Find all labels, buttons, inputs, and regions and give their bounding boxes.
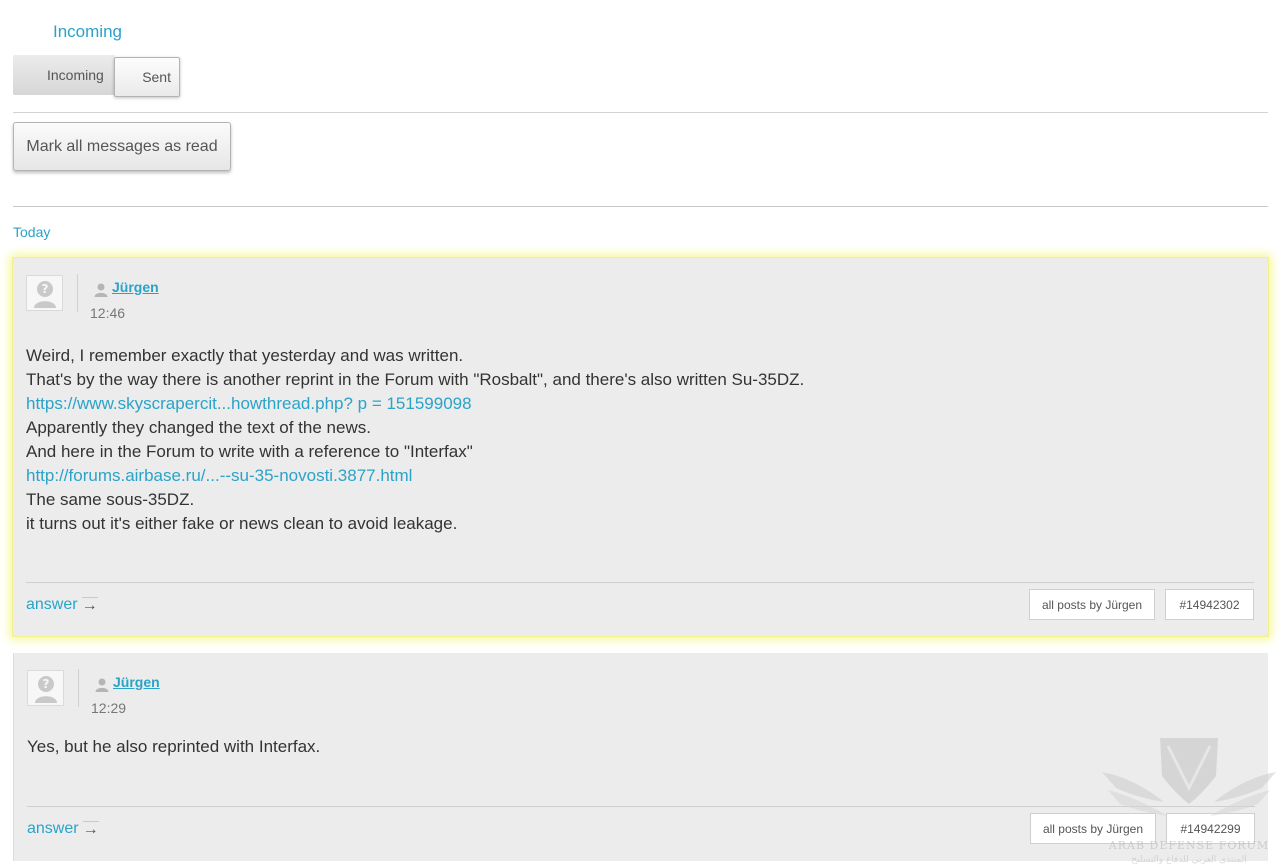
author-link[interactable]: Jürgen: [113, 674, 160, 690]
arrow-right-icon: →: [81, 597, 98, 614]
mark-all-read-button[interactable]: Mark all messages as read: [13, 122, 231, 171]
answer-label: answer: [27, 820, 79, 837]
message-line: it turns out it's either fake or news cl…: [26, 514, 458, 533]
user-icon: [94, 283, 108, 297]
svg-text:?: ?: [41, 282, 48, 296]
header-separator: [78, 669, 79, 707]
day-label: Today: [13, 224, 51, 240]
message-time: 12:46: [90, 305, 126, 321]
arrow-right-icon: →: [82, 821, 99, 838]
message-line: Weird, I remember exactly that yesterday…: [26, 346, 464, 365]
message-card: ? Jürgen 12:29 Yes, but he also reprinte…: [13, 653, 1268, 861]
message-link[interactable]: http://forums.airbase.ru/...--su-35-novo…: [26, 464, 1226, 488]
message-body: Weird, I remember exactly that yesterday…: [26, 344, 1226, 536]
post-id-button[interactable]: #14942302: [1165, 589, 1254, 620]
user-icon: [95, 678, 109, 692]
message-time: 12:29: [91, 700, 127, 716]
message-link[interactable]: https://www.skyscrapercit...howthread.ph…: [26, 392, 1226, 416]
all-posts-button[interactable]: all posts by Jürgen: [1029, 589, 1155, 620]
post-id-button[interactable]: #14942299: [1166, 813, 1255, 844]
message-line: Apparently they changed the text of the …: [26, 418, 371, 437]
answer-label: answer: [26, 596, 78, 613]
svg-text:?: ?: [42, 677, 49, 691]
message-footer-divider: [26, 582, 1254, 583]
avatar-placeholder-icon: ?: [33, 281, 56, 308]
divider: [13, 206, 1268, 207]
page-heading: Incoming: [53, 22, 122, 41]
answer-link[interactable]: answer →: [27, 820, 99, 838]
tab-sent[interactable]: Sent: [114, 57, 180, 97]
message-card: ? Jürgen 12:46 Weird, I remember exactly…: [13, 258, 1268, 636]
message-line: Yes, but he also reprinted with Interfax…: [27, 737, 321, 756]
answer-link[interactable]: answer →: [26, 596, 98, 614]
avatar[interactable]: ?: [26, 275, 63, 311]
all-posts-button[interactable]: all posts by Jürgen: [1030, 813, 1156, 844]
message-line: And here in the Forum to write with a re…: [26, 442, 473, 461]
header-separator: [77, 274, 78, 312]
tab-incoming[interactable]: Incoming: [13, 55, 115, 95]
message-line: The same sous-35DZ.: [26, 490, 195, 509]
avatar-placeholder-icon: ?: [34, 676, 57, 703]
message-footer-divider: [27, 806, 1255, 807]
message-line: That's by the way there is another repri…: [26, 370, 805, 389]
message-body: Yes, but he also reprinted with Interfax…: [27, 735, 1227, 759]
divider: [13, 112, 1268, 113]
message-folder-tabs: Incoming Sent: [13, 55, 180, 97]
avatar[interactable]: ?: [27, 670, 64, 706]
author-link[interactable]: Jürgen: [112, 279, 159, 295]
